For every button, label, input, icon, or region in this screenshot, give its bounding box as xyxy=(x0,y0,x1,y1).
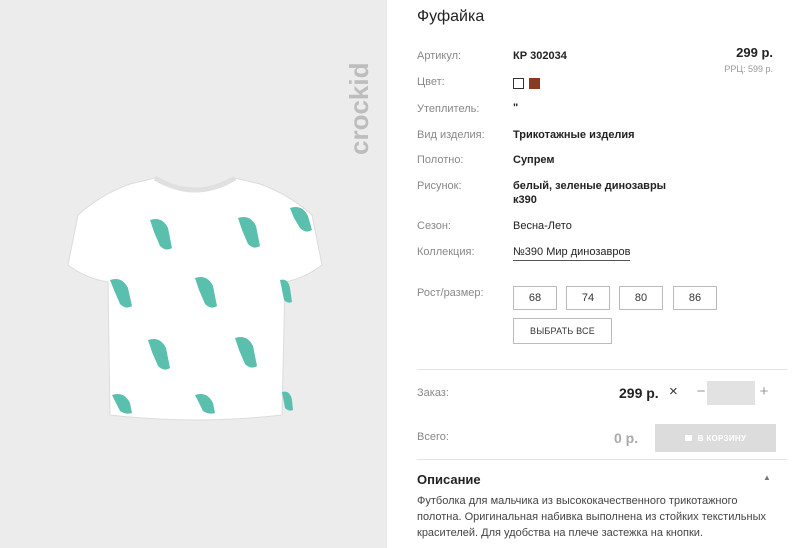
pattern-value: белый, зеленые динозавры xyxy=(513,180,667,192)
rrp-price: РРЦ: 599 р. xyxy=(724,64,773,74)
brand-logo-text: crockid xyxy=(344,63,374,156)
cart-lock-icon xyxy=(684,435,692,441)
description-title[interactable]: Описание xyxy=(417,472,481,487)
product-title: Фуфайка xyxy=(417,8,485,25)
product-image-panel: crockid xyxy=(0,0,387,548)
collection-label: Коллекция: xyxy=(417,246,475,258)
size-option-68[interactable]: 68 xyxy=(513,286,557,310)
pattern-code: к390 xyxy=(513,194,537,206)
total-value: 0 р. xyxy=(614,430,639,446)
order-label: Заказ: xyxy=(417,387,449,399)
pattern-label: Рисунок: xyxy=(417,180,462,192)
product-price: 299 р. xyxy=(736,45,773,60)
description-text: Футболка для мальчика из высококачествен… xyxy=(417,495,766,539)
divider xyxy=(417,459,787,460)
fabric-value: Супрем xyxy=(513,154,555,166)
color-label: Цвет: xyxy=(417,76,445,88)
quantity-input[interactable] xyxy=(707,381,755,405)
insulation-label: Утеплитель: xyxy=(417,103,480,115)
collection-link[interactable]: №390 Мир динозавров xyxy=(513,246,631,261)
color-swatch-white[interactable] xyxy=(513,78,524,89)
color-swatch-brown[interactable] xyxy=(529,78,540,89)
collapse-caret-icon[interactable]: ▲ xyxy=(763,473,771,482)
size-label: Рост/размер: xyxy=(417,287,484,299)
order-price: 299 р. xyxy=(619,385,659,401)
size-option-74[interactable]: 74 xyxy=(566,286,610,310)
product-info: Фуфайка Артикул: КР 302034 299 р. РРЦ: 5… xyxy=(417,0,787,548)
select-all-sizes-button[interactable]: ВЫБРАТЬ ВСЕ xyxy=(513,318,612,344)
size-option-80[interactable]: 80 xyxy=(619,286,663,310)
article-label: Артикул: xyxy=(417,50,462,62)
product-type-value: Трикотажные изделия xyxy=(513,129,635,141)
insulation-value: " xyxy=(513,102,519,114)
fabric-label: Полотно: xyxy=(417,154,464,166)
divider xyxy=(417,369,787,370)
article-value: КР 302034 xyxy=(513,50,567,62)
product-type-label: Вид изделия: xyxy=(417,129,485,141)
season-label: Сезон: xyxy=(417,220,451,232)
brand-logo: crockid xyxy=(344,63,374,156)
multiply-icon: × xyxy=(669,383,678,400)
product-photo[interactable] xyxy=(50,170,340,430)
size-option-86[interactable]: 86 xyxy=(673,286,717,310)
add-to-cart-label: В КОРЗИНУ xyxy=(697,433,747,443)
quantity-increase-button[interactable]: + xyxy=(755,383,773,400)
total-label: Всего: xyxy=(417,431,449,443)
season-value: Весна-Лето xyxy=(513,220,572,232)
add-to-cart-button[interactable]: В КОРЗИНУ xyxy=(655,424,776,452)
